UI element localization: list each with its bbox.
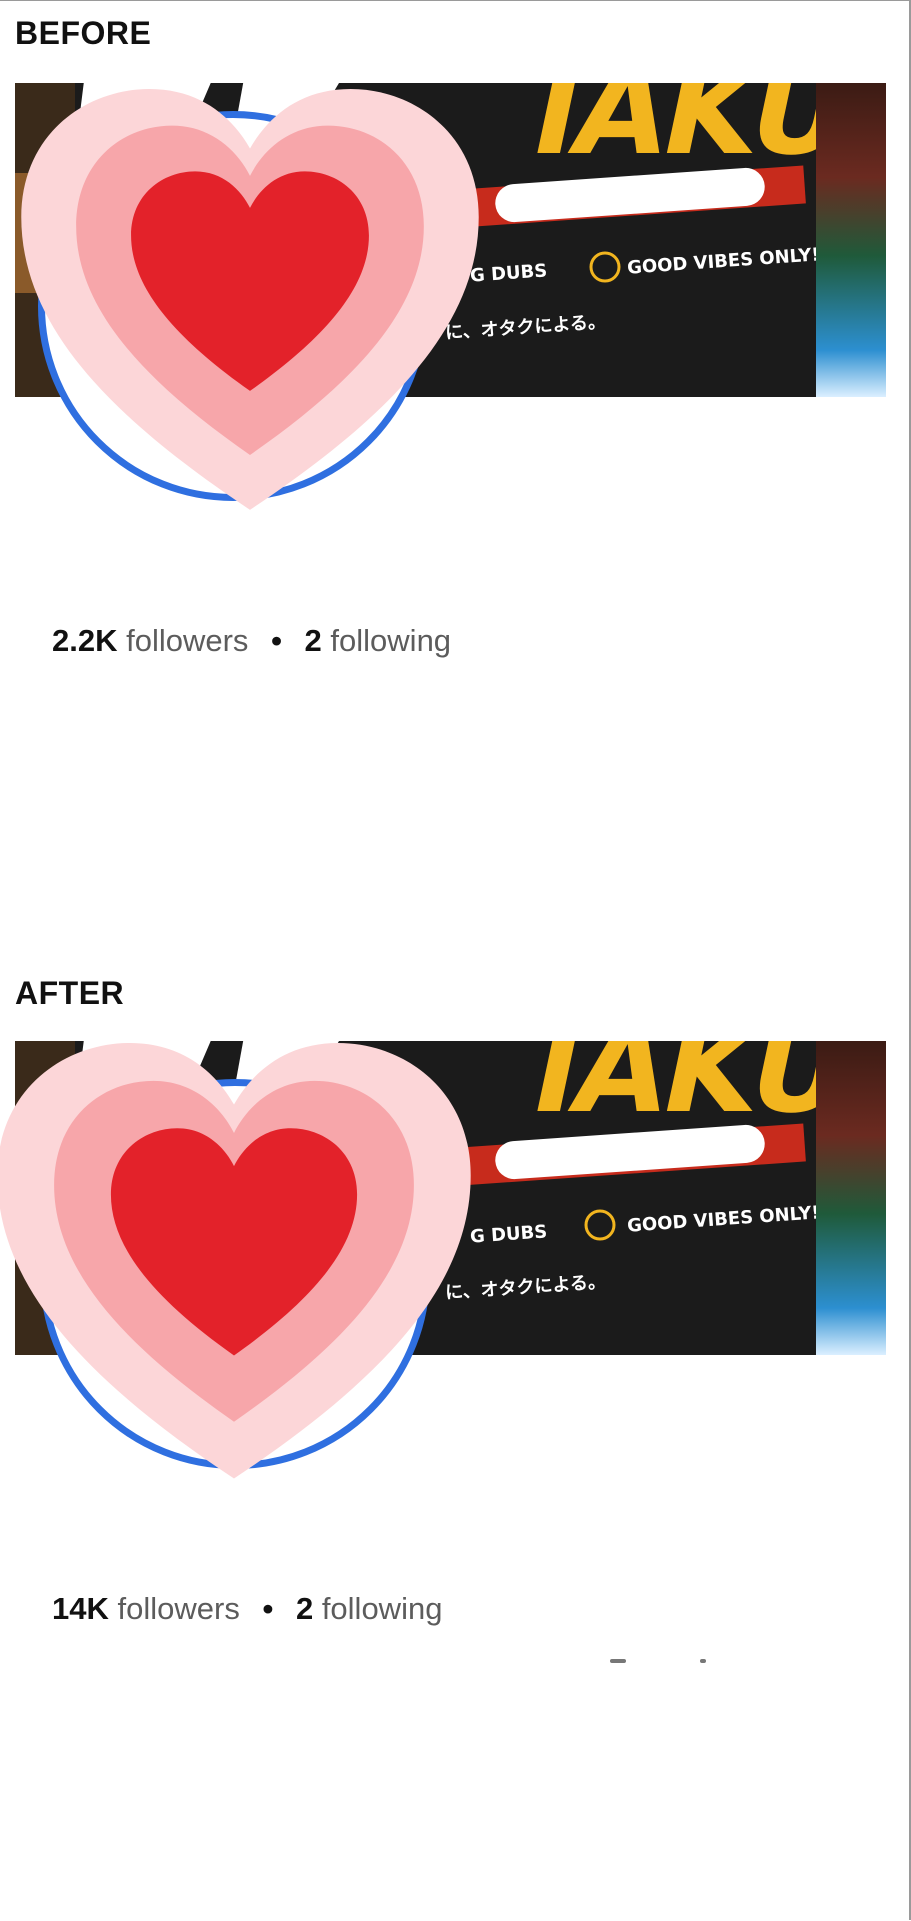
following-label[interactable]: following (330, 623, 451, 658)
followers-count[interactable]: 14K (52, 1591, 109, 1626)
following-label[interactable]: following (322, 1591, 443, 1626)
banner-character-art (816, 83, 886, 397)
profile-stats: 14K followers • 2 following (52, 1591, 442, 1627)
cropped-text-fragment (700, 1659, 706, 1663)
after-title: AFTER (15, 975, 125, 1011)
before-section: BEFORE IAKU G DUBS GOOD VIBES ONLY! に、オタ… (0, 1, 909, 961)
before-title: BEFORE (15, 15, 152, 51)
following-count[interactable]: 2 (296, 1591, 313, 1626)
profile-stats: 2.2K followers • 2 following (52, 623, 451, 659)
followers-count[interactable]: 2.2K (52, 623, 117, 658)
cropped-text-fragment (610, 1659, 626, 1663)
followers-label[interactable]: followers (126, 623, 248, 658)
followers-label[interactable]: followers (118, 1591, 240, 1626)
growing-heart-icon (0, 1043, 471, 1479)
following-count[interactable]: 2 (305, 623, 322, 658)
growing-heart-icon (21, 89, 479, 510)
banner-title: IAKU (520, 1041, 860, 1140)
banner-title: IAKU (520, 83, 860, 182)
stats-separator: • (262, 1591, 274, 1626)
banner-character-art (816, 1041, 886, 1355)
after-section: AFTER IAKU G DUBS GOOD VIBES ONLY! に、オタク… (0, 961, 909, 1921)
stats-separator: • (271, 623, 282, 658)
